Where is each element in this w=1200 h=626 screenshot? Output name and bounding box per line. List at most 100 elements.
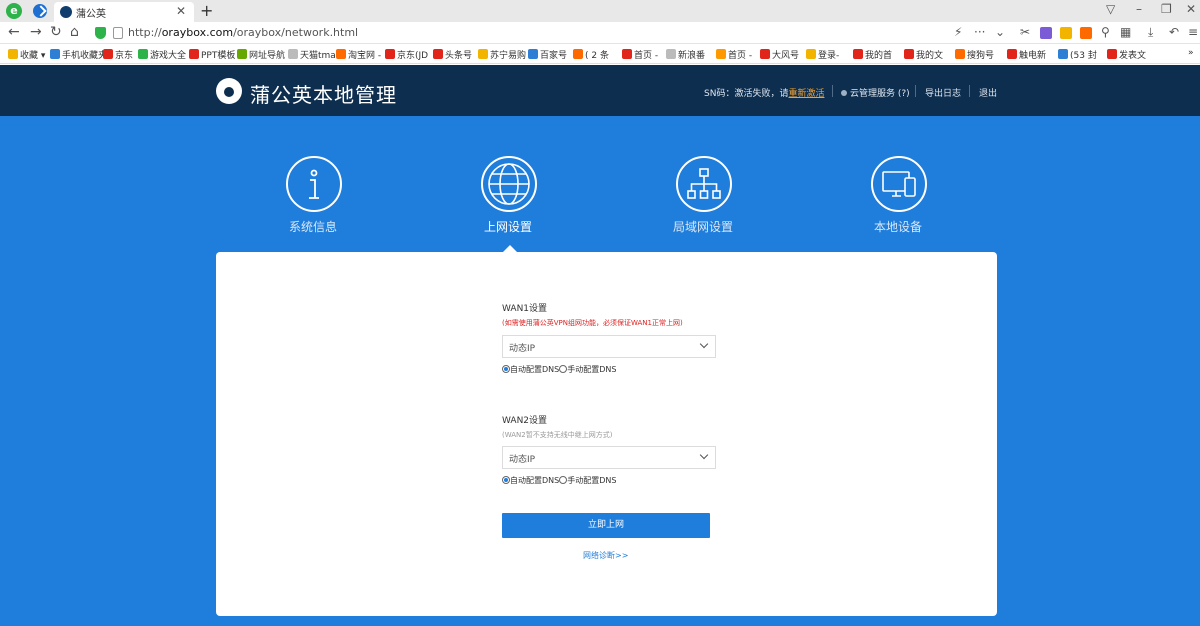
bookmark-item[interactable]: 大风号 (760, 48, 799, 61)
reload-icon[interactable]: ↻ (50, 24, 62, 40)
bookmark-item[interactable]: 头条号 (433, 48, 472, 61)
bookmark-icon (806, 49, 816, 59)
status-dot-icon (841, 90, 847, 96)
extension-icon[interactable] (1080, 27, 1092, 39)
apps-grid-icon[interactable]: ▦ (1120, 25, 1131, 39)
nav-local-devices[interactable]: 本地设备 (838, 156, 958, 236)
wan2-mode-select[interactable]: 动态IP (502, 446, 716, 469)
nav-lan-settings[interactable]: 局域网设置 (643, 156, 763, 236)
nav-system-info[interactable]: 系统信息 (253, 156, 373, 236)
bookmark-icon (904, 49, 914, 59)
bookmark-item[interactable]: 发表文 (1107, 48, 1146, 61)
connect-now-button[interactable]: 立即上网 (502, 513, 710, 538)
bookmark-item[interactable]: 首页 - (622, 48, 658, 61)
search-icon[interactable]: ⚲ (1101, 25, 1110, 39)
browser-tab-strip: e 蒲公英 ✕ + ▽ – ❐ ✕ (0, 0, 1200, 22)
sn-status: SN码：激活失败，请重新激活 (704, 89, 825, 99)
bookmark-item[interactable]: 首页 - (716, 48, 752, 61)
bookmarks-overflow-icon[interactable]: » (1188, 48, 1194, 58)
skin-icon[interactable]: ▽ (1106, 2, 1115, 16)
bookmark-item[interactable]: 淘宝网 - (336, 48, 381, 61)
bookmark-item[interactable]: 游戏大全 (138, 48, 186, 61)
wan1-title: WAN1设置 (502, 304, 548, 314)
wan2-dns-options: 自动配置DNS 手动配置DNS (502, 475, 616, 486)
bookmark-item[interactable]: PPT模板 (189, 48, 235, 61)
bookmark-item[interactable]: 天猫tmall (288, 48, 341, 61)
more-icon[interactable]: ··· (974, 25, 985, 39)
select-value: 动态IP (509, 344, 536, 354)
tab-close-icon[interactable]: ✕ (176, 4, 186, 18)
page-info-icon[interactable] (113, 27, 123, 39)
select-value: 动态IP (509, 455, 536, 465)
download-icon[interactable]: ⤓ (1148, 25, 1153, 40)
bookmark-item[interactable]: 登录- (806, 48, 839, 61)
bookmark-item[interactable]: 网址导航 (237, 48, 285, 61)
nav-label: 本地设备 (873, 220, 922, 234)
cloud-service-link[interactable]: 云管理服务 (?) (841, 86, 910, 99)
bookmark-icon (237, 49, 247, 59)
lightning-icon[interactable]: ⚡ (954, 25, 962, 39)
bookmark-item[interactable]: ( 2 条 (573, 48, 609, 61)
bookmark-item[interactable]: 我的首 (853, 48, 892, 61)
bookmark-icon (853, 49, 863, 59)
bookmark-item[interactable]: 京东(JD (385, 48, 428, 61)
undo-icon[interactable]: ↶ (1169, 25, 1179, 39)
bookmark-item[interactable]: 苏宁易购 (478, 48, 526, 61)
bookmark-item[interactable]: 京东 (103, 48, 133, 61)
reactivate-link[interactable]: 重新激活 (788, 89, 824, 99)
url-input[interactable]: http://oraybox.com/oraybox/network.html (128, 26, 358, 39)
header-divider (969, 85, 970, 97)
bookmark-item[interactable]: (53 封 (1058, 48, 1097, 61)
bookmark-icon (1058, 49, 1068, 59)
bookmark-icon (478, 49, 488, 59)
header-divider (915, 85, 916, 97)
browser-tab[interactable]: 蒲公英 ✕ (54, 2, 194, 22)
shield-icon[interactable] (95, 27, 106, 39)
bookmark-icon (955, 49, 965, 59)
bookmark-icon (288, 49, 298, 59)
back-icon[interactable]: ← (8, 24, 20, 40)
restore-icon[interactable]: ❐ (1161, 2, 1172, 16)
bookmark-icon (385, 49, 395, 59)
bookmark-icon (1007, 49, 1017, 59)
wan1-mode-select[interactable]: 动态IP (502, 335, 716, 358)
bookmark-item[interactable]: 新浪番 (666, 48, 705, 61)
bookmark-item[interactable]: 手机收藏夹 (50, 48, 107, 61)
bookmark-item[interactable]: 触电新 (1007, 48, 1046, 61)
menu-icon[interactable]: ≡ (1188, 25, 1198, 39)
bookmark-item[interactable]: 搜狗号 (955, 48, 994, 61)
minimize-icon[interactable]: – (1136, 2, 1142, 16)
window-close-icon[interactable]: ✕ (1186, 2, 1196, 16)
wan1-dns-auto-radio[interactable] (502, 365, 510, 373)
globe-icon (481, 156, 537, 212)
bookmarks-bar: 收藏 ▾ 手机收藏夹 京东 游戏大全 PPT模板 网址导航 天猫tmall 淘宝… (0, 44, 1200, 64)
bookmark-item[interactable]: 我的文 (904, 48, 943, 61)
forward-icon[interactable]: → (30, 24, 42, 40)
extension-icon[interactable] (1040, 27, 1052, 39)
bookmark-icon (189, 49, 199, 59)
chevron-down-icon (699, 450, 709, 460)
bookmark-icon (433, 49, 443, 59)
nav-label: 上网设置 (483, 220, 532, 234)
network-diagnose-link[interactable]: 网络诊断>> (583, 550, 628, 561)
bookmark-icon (50, 49, 60, 59)
extension-icon[interactable] (1060, 27, 1072, 39)
wan2-dns-auto-radio[interactable] (502, 476, 510, 484)
new-tab-icon[interactable]: + (200, 1, 213, 20)
scissors-icon[interactable]: ✂ (1020, 25, 1030, 39)
browser-logo-icon[interactable]: e (6, 3, 22, 19)
logout-link[interactable]: 退出 (979, 86, 997, 99)
bookmark-item[interactable]: 百家号 (528, 48, 567, 61)
bookmark-item[interactable]: 收藏 ▾ (8, 48, 45, 61)
dropdown-chevron-icon[interactable]: ⌄ (995, 25, 1005, 39)
tab-title: 蒲公英 (76, 9, 106, 20)
wan1-warning: (如需使用蒲公英VPN组网功能，必须保证WAN1正常上网) (502, 319, 683, 327)
wan2-title: WAN2设置 (502, 416, 548, 426)
nav-internet-settings[interactable]: 上网设置 (448, 156, 568, 236)
export-log-link[interactable]: 导出日志 (925, 86, 961, 99)
pinned-tab-icon[interactable] (33, 4, 47, 18)
header-divider (832, 85, 833, 97)
address-bar: ← → ↻ ⌂ http://oraybox.com/oraybox/netwo… (0, 22, 1200, 44)
chevron-down-icon (699, 339, 709, 349)
home-icon[interactable]: ⌂ (70, 24, 79, 40)
